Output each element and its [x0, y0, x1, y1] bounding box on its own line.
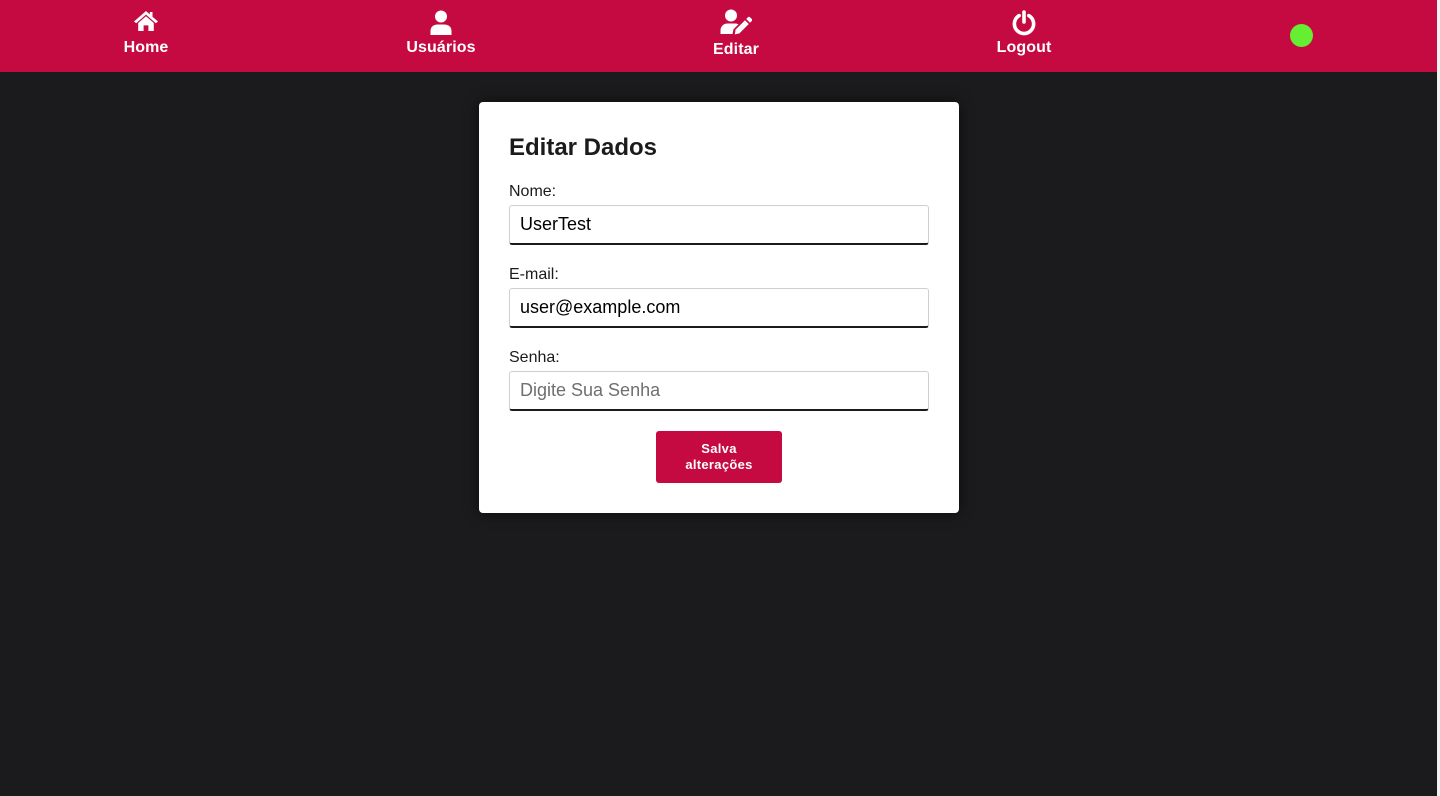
password-label: Senha: [509, 349, 560, 366]
nav-home-link[interactable]: Home [106, 0, 186, 72]
online-status-indicator [1290, 24, 1313, 47]
nav-logout-label: Logout [996, 39, 1052, 56]
nav-logout-link[interactable]: Logout [984, 0, 1064, 72]
nav-edit-link[interactable]: Editar [696, 0, 776, 72]
user-edit-icon [720, 9, 753, 37]
home-icon [133, 10, 159, 36]
email-label: E-mail: [509, 266, 559, 283]
nav-users-label: Usuários [406, 39, 476, 56]
password-input[interactable] [509, 371, 929, 411]
save-changes-button[interactable]: Salva alterações [656, 431, 782, 483]
name-input[interactable] [509, 205, 929, 245]
nav-home-label: Home [123, 39, 169, 56]
nav-users-link[interactable]: Usuários [396, 0, 486, 72]
user-icon [429, 10, 453, 36]
power-icon [1011, 10, 1037, 36]
form-title: Editar Dados [509, 134, 658, 161]
page: Home Usuários Editar Logout Editar Dados… [0, 0, 1440, 796]
email-input[interactable] [509, 288, 929, 328]
edit-form-card: Editar Dados Nome: E-mail: Senha: Salva … [479, 102, 959, 513]
navbar: Home Usuários Editar Logout [0, 0, 1437, 72]
name-label: Nome: [509, 183, 557, 200]
nav-edit-label: Editar [713, 41, 759, 58]
